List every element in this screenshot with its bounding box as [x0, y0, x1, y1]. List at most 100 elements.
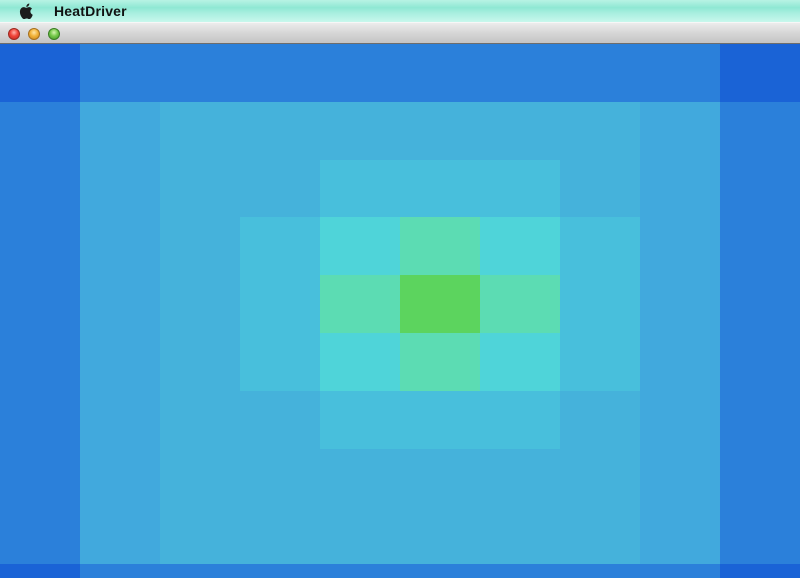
heatmap-cell — [240, 44, 320, 102]
heatmap-cell — [320, 449, 400, 506]
heatmap-cell — [80, 275, 160, 333]
heatmap-cell — [80, 506, 160, 564]
window-title-bar[interactable] — [0, 22, 800, 44]
heatmap-cell — [560, 102, 640, 160]
close-window-button[interactable] — [8, 28, 20, 40]
heatmap-cell — [160, 333, 240, 391]
heatmap-cell — [720, 217, 800, 275]
heatmap-cell — [480, 449, 560, 506]
heatmap-cell — [240, 449, 320, 506]
heatmap-cell — [720, 160, 800, 217]
heatmap-cell — [480, 391, 560, 449]
heatmap-cell — [80, 391, 160, 449]
heatmap-cell — [160, 449, 240, 506]
heatmap-cell — [640, 506, 720, 564]
heatmap-cell — [160, 564, 240, 578]
heatmap-cell — [400, 333, 480, 391]
heatmap-cell — [400, 102, 480, 160]
heatmap-cell — [640, 44, 720, 102]
heatmap-cell — [640, 333, 720, 391]
minimize-window-button[interactable] — [28, 28, 40, 40]
heatmap-cell — [320, 506, 400, 564]
app-menu-title[interactable]: HeatDriver — [54, 3, 127, 19]
heatmap-cell — [640, 160, 720, 217]
heatmap-cell — [480, 102, 560, 160]
heatmap-cell — [160, 160, 240, 217]
heatmap-cell — [560, 506, 640, 564]
heatmap-cell — [640, 391, 720, 449]
heatmap-cell — [0, 160, 80, 217]
heatmap-cell — [240, 275, 320, 333]
heatmap-cell — [480, 564, 560, 578]
heatmap-cell — [240, 102, 320, 160]
heatmap-cell — [240, 564, 320, 578]
heatmap-cell — [400, 160, 480, 217]
heatmap-cell — [320, 333, 400, 391]
heatmap-cell — [640, 102, 720, 160]
heatmap-cell — [320, 275, 400, 333]
heatmap-cell — [320, 217, 400, 275]
heatmap-cell — [0, 449, 80, 506]
heatmap-cell — [720, 564, 800, 578]
heatmap-cell — [160, 506, 240, 564]
heatmap-cell — [0, 275, 80, 333]
heatmap-cell — [80, 160, 160, 217]
heatmap-cell — [240, 391, 320, 449]
heatmap-cell — [160, 217, 240, 275]
heatmap-cell — [640, 217, 720, 275]
heatmap-cell — [320, 564, 400, 578]
heatmap-cell — [240, 160, 320, 217]
heatmap-cell — [160, 391, 240, 449]
heatmap-cell — [480, 217, 560, 275]
heatmap-cell — [400, 44, 480, 102]
heatmap-cell — [560, 564, 640, 578]
heatmap-cell — [0, 217, 80, 275]
heatmap-cell — [480, 333, 560, 391]
heatmap-cell — [400, 217, 480, 275]
heatmap-cell — [560, 44, 640, 102]
heatmap-cell — [400, 564, 480, 578]
zoom-window-button[interactable] — [48, 28, 60, 40]
heatmap-cell — [0, 391, 80, 449]
heatmap-cell — [720, 102, 800, 160]
heatmap-cell — [240, 333, 320, 391]
heatmap-cell — [560, 333, 640, 391]
heatmap-cell — [720, 391, 800, 449]
heatmap-cell — [320, 44, 400, 102]
heatmap-cell — [320, 391, 400, 449]
heatmap-cell — [400, 449, 480, 506]
heatmap-cell — [480, 44, 560, 102]
heatmap-cell — [0, 102, 80, 160]
heatmap-cell — [640, 275, 720, 333]
heatmap-cell — [80, 217, 160, 275]
heatmap-cell — [320, 160, 400, 217]
heatmap-cell — [560, 391, 640, 449]
heatmap-cell — [480, 506, 560, 564]
heatmap-cell — [400, 506, 480, 564]
heatmap-cell — [80, 44, 160, 102]
heatmap-cell — [720, 275, 800, 333]
heatmap-cell — [560, 217, 640, 275]
heatmap-cell — [160, 102, 240, 160]
heatmap-cell — [560, 160, 640, 217]
heatmap-canvas[interactable] — [0, 44, 800, 578]
heatmap-cell — [0, 564, 80, 578]
heatmap-cell — [720, 44, 800, 102]
heatmap-cell — [720, 333, 800, 391]
heatmap-cell — [160, 44, 240, 102]
heatmap-cell — [400, 275, 480, 333]
heatmap-cell — [0, 506, 80, 564]
heatmap-cell — [80, 564, 160, 578]
heatmap-cell — [320, 102, 400, 160]
menu-bar: HeatDriver — [0, 0, 800, 22]
heatmap-cell — [80, 449, 160, 506]
heatmap-cell — [480, 275, 560, 333]
heatmap-cell — [240, 506, 320, 564]
heatmap-cell — [640, 564, 720, 578]
heatmap-cell — [480, 160, 560, 217]
heatmap-cell — [80, 333, 160, 391]
apple-logo-icon[interactable] — [15, 0, 37, 22]
heatmap-cell — [560, 449, 640, 506]
heatmap-cell — [0, 44, 80, 102]
heatmap-cell — [720, 449, 800, 506]
